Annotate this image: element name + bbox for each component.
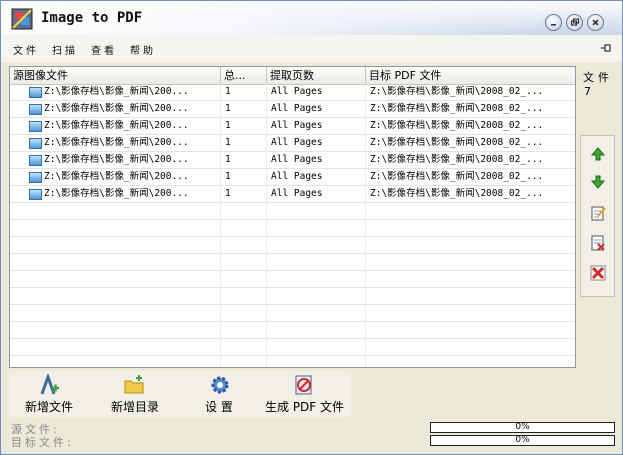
empty-row xyxy=(10,271,575,288)
status-area: 源文件: 目标文件: 0% 0% xyxy=(9,421,615,449)
cell-target: Z:\影像存档\影像_新闻\2008_02_... xyxy=(370,86,544,97)
column-divider xyxy=(266,84,267,367)
add-folder-icon xyxy=(124,375,144,394)
target-file-label: 目标文件: xyxy=(11,436,74,449)
table-row[interactable]: Z:\影像存档\影像_新闻\200... 1 All Pages Z:\影像存档\影像… xyxy=(10,186,575,203)
menu-file[interactable]: 文件 xyxy=(13,42,39,57)
cell-total: 1 xyxy=(225,86,231,97)
empty-row xyxy=(10,254,575,271)
cell-total: 1 xyxy=(225,154,231,165)
remove-item-icon[interactable] xyxy=(589,234,607,252)
side-toolbar xyxy=(580,135,615,297)
menu-bar: 文件 扫描 查看 帮助 xyxy=(1,35,622,62)
cell-source: Z:\影像存档\影像_新闻\200... xyxy=(44,86,189,97)
cell-total: 1 xyxy=(225,120,231,131)
add-directory-label: 新增目录 xyxy=(111,400,160,414)
cell-total: 1 xyxy=(225,103,231,114)
restore-icon xyxy=(570,18,580,26)
target-progress-text: 0% xyxy=(515,435,530,445)
file-count-value: 7 xyxy=(584,85,591,98)
gear-icon xyxy=(211,376,229,394)
col-header-pages[interactable]: 提取页数 xyxy=(267,67,366,84)
title-bar[interactable]: Image to PDF xyxy=(1,1,622,35)
close-icon xyxy=(592,19,599,26)
generate-pdf-label: 生成 PDF 文件 xyxy=(265,400,345,414)
settings-label: 设 置 xyxy=(205,400,233,414)
add-file-label: 新增文件 xyxy=(25,400,74,414)
col-header-total[interactable]: 总... xyxy=(221,67,267,84)
cell-source: Z:\影像存档\影像_新闻\200... xyxy=(44,188,189,199)
edit-icon[interactable] xyxy=(589,204,607,222)
table-row[interactable]: Z:\影像存档\影像_新闻\200... 1 All Pages Z:\影像存档\影像… xyxy=(10,169,575,186)
empty-row xyxy=(10,288,575,305)
file-count-label: 文件 xyxy=(583,71,613,84)
cell-source: Z:\影像存档\影像_新闻\200... xyxy=(44,154,189,165)
cell-total: 1 xyxy=(225,137,231,148)
close-button[interactable] xyxy=(587,14,604,31)
col-header-target[interactable]: 目标 PDF 文件 xyxy=(366,67,575,84)
app-window: Image to PDF 文件 扫描 查看 帮助 源图像文件 总... 提取页数… xyxy=(0,0,623,455)
empty-row xyxy=(10,305,575,322)
add-directory-button[interactable]: 新增目录 xyxy=(105,371,167,417)
cell-source: Z:\影像存档\影像_新闻\200... xyxy=(44,137,189,148)
col-header-source[interactable]: 源图像文件 xyxy=(10,67,221,84)
menu-scan[interactable]: 扫描 xyxy=(52,42,78,57)
empty-row xyxy=(10,356,575,367)
cell-pages: All Pages xyxy=(271,103,323,114)
cell-total: 1 xyxy=(225,188,231,199)
add-file-icon xyxy=(40,374,59,395)
minimize-button[interactable] xyxy=(545,14,562,31)
column-divider xyxy=(365,84,366,367)
move-up-icon[interactable] xyxy=(589,145,607,163)
empty-row xyxy=(10,203,575,220)
window-title: Image to PDF xyxy=(41,10,143,26)
bottom-toolbar: 新增文件 新增目录 设 置 生成 PDF 文件 xyxy=(9,371,351,417)
minimize-icon xyxy=(551,24,556,26)
empty-row xyxy=(10,322,575,339)
column-divider xyxy=(220,84,221,367)
cell-target: Z:\影像存档\影像_新闻\2008_02_... xyxy=(370,103,544,114)
source-progress-bar: 0% xyxy=(430,422,615,433)
file-list-table[interactable]: 源图像文件 总... 提取页数 目标 PDF 文件 Z:\影像存档\影像_新闻\… xyxy=(9,66,576,368)
table-row[interactable]: Z:\影像存档\影像_新闻\200... 1 All Pages Z:\影像存档\影像… xyxy=(10,118,575,135)
table-header: 源图像文件 总... 提取页数 目标 PDF 文件 xyxy=(10,67,575,85)
generate-pdf-button[interactable]: 生成 PDF 文件 xyxy=(263,371,347,417)
pdf-icon xyxy=(295,375,312,395)
target-progress-bar: 0% xyxy=(430,435,615,446)
cell-pages: All Pages xyxy=(271,120,323,131)
cell-target: Z:\影像存档\影像_新闻\2008_02_... xyxy=(370,188,544,199)
menu-help[interactable]: 帮助 xyxy=(130,42,156,57)
app-logo-icon xyxy=(11,8,33,30)
cell-pages: All Pages xyxy=(271,188,323,199)
cell-pages: All Pages xyxy=(271,86,323,97)
cell-pages: All Pages xyxy=(271,171,323,182)
menu-view[interactable]: 查看 xyxy=(91,42,117,57)
cell-target: Z:\影像存档\影像_新闻\2008_02_... xyxy=(370,171,544,182)
pin-icon[interactable] xyxy=(600,43,612,54)
cell-source: Z:\影像存档\影像_新闻\200... xyxy=(44,103,189,114)
cell-total: 1 xyxy=(225,171,231,182)
move-down-icon[interactable] xyxy=(589,173,607,191)
add-file-button[interactable]: 新增文件 xyxy=(19,371,81,417)
settings-button[interactable]: 设 置 xyxy=(195,371,245,417)
table-row[interactable]: Z:\影像存档\影像_新闻\200... 1 All Pages Z:\影像存档\影像… xyxy=(10,101,575,118)
restore-button[interactable] xyxy=(566,14,583,31)
cell-source: Z:\影像存档\影像_新闻\200... xyxy=(44,120,189,131)
empty-row xyxy=(10,220,575,237)
cell-pages: All Pages xyxy=(271,154,323,165)
delete-all-icon[interactable] xyxy=(589,264,607,282)
cell-source: Z:\影像存档\影像_新闻\200... xyxy=(44,171,189,182)
table-row[interactable]: Z:\影像存档\影像_新闻\200... 1 All Pages Z:\影像存档\影像… xyxy=(10,152,575,169)
cell-target: Z:\影像存档\影像_新闻\2008_02_... xyxy=(370,120,544,131)
cell-pages: All Pages xyxy=(271,137,323,148)
table-row[interactable]: Z:\影像存档\影像_新闻\200... 1 All Pages Z:\影像存档\影像… xyxy=(10,84,575,101)
source-progress-text: 0% xyxy=(515,422,530,432)
empty-row xyxy=(10,339,575,356)
cell-target: Z:\影像存档\影像_新闻\2008_02_... xyxy=(370,154,544,165)
table-row[interactable]: Z:\影像存档\影像_新闻\200... 1 All Pages Z:\影像存档\影像… xyxy=(10,135,575,152)
cell-target: Z:\影像存档\影像_新闻\2008_02_... xyxy=(370,137,544,148)
empty-row xyxy=(10,237,575,254)
